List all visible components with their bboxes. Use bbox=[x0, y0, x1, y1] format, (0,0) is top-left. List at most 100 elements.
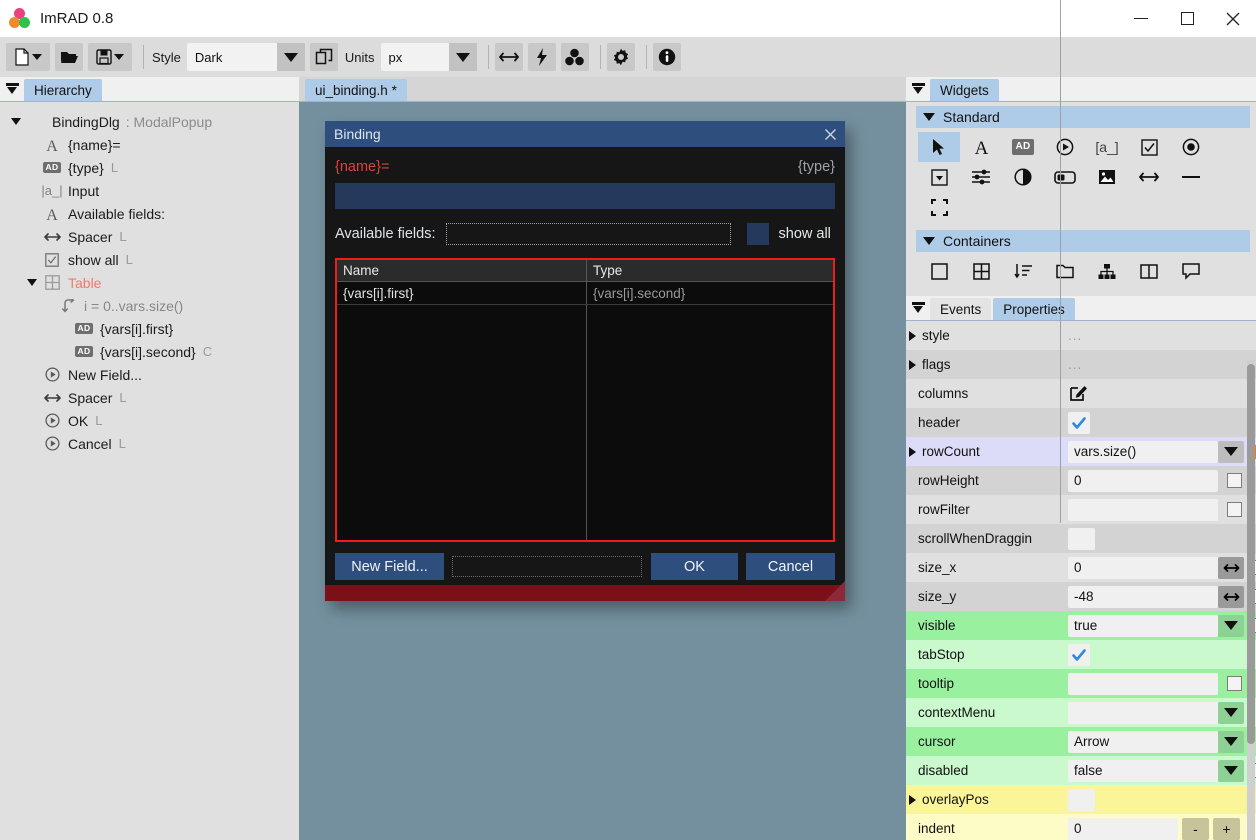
property-value-input[interactable]: 0 bbox=[1068, 469, 1218, 492]
hierarchy-item-spacer[interactable]: Spacer L bbox=[0, 225, 299, 248]
property-row-disabled[interactable]: disabled false bbox=[906, 756, 1256, 785]
property-binding-checkbox[interactable] bbox=[1227, 676, 1242, 691]
widget-progress-bar[interactable] bbox=[1044, 162, 1086, 192]
run-button[interactable] bbox=[527, 43, 556, 71]
property-value-input[interactable] bbox=[1068, 701, 1218, 724]
minimize-button[interactable] bbox=[1118, 0, 1164, 37]
property-row-cursor[interactable]: cursor Arrow bbox=[906, 727, 1256, 756]
chevron-down-icon[interactable] bbox=[1218, 730, 1244, 753]
property-row-flags[interactable]: flags... bbox=[906, 350, 1256, 379]
tab-ui-binding-h[interactable]: ui_binding.h * bbox=[305, 79, 407, 101]
widget-split-panel[interactable] bbox=[1128, 256, 1170, 286]
hierarchy-item-type[interactable]: AD {type} L bbox=[0, 156, 299, 179]
ok-button[interactable]: OK bbox=[651, 553, 738, 580]
info-button[interactable] bbox=[652, 43, 681, 71]
hierarchy-collapse-button[interactable] bbox=[0, 76, 24, 101]
widget-tree-node[interactable] bbox=[1086, 256, 1128, 286]
hierarchy-item-name[interactable]: A {name}= bbox=[0, 133, 299, 156]
hierarchy-item-spacer[interactable]: Spacer L bbox=[0, 386, 299, 409]
tree-expand-arrow[interactable] bbox=[24, 279, 40, 286]
widget-collapsing-header[interactable] bbox=[1044, 256, 1086, 286]
cubes-button[interactable] bbox=[560, 43, 589, 71]
maximize-button[interactable] bbox=[1164, 0, 1210, 37]
property-blank-field[interactable] bbox=[1068, 527, 1095, 550]
widget-input-ad[interactable]: AD bbox=[1002, 132, 1044, 162]
chevron-down-icon[interactable] bbox=[1218, 759, 1244, 782]
widget-spacer[interactable] bbox=[1128, 162, 1170, 192]
new-file-button[interactable] bbox=[6, 43, 50, 71]
resize-button[interactable] bbox=[494, 43, 523, 71]
chevron-down-icon[interactable] bbox=[1218, 701, 1244, 724]
property-row-tabStop[interactable]: tabStop bbox=[906, 640, 1256, 669]
widget-checkbox[interactable] bbox=[1128, 132, 1170, 162]
property-row-rowHeight[interactable]: rowHeight 0 bbox=[906, 466, 1256, 495]
binding-expression-input[interactable] bbox=[335, 183, 835, 209]
units-combo[interactable]: px bbox=[380, 43, 477, 71]
new-field-input[interactable] bbox=[452, 556, 642, 577]
tab-hierarchy[interactable]: Hierarchy bbox=[24, 79, 102, 101]
chevron-right-icon[interactable] bbox=[909, 359, 916, 370]
hierarchy-item-i-0-vars-size[interactable]: i = 0..vars.size() bbox=[0, 294, 299, 317]
widget-popup[interactable] bbox=[1170, 256, 1212, 286]
table-row[interactable]: {vars[i].first} {vars[i].second} bbox=[337, 282, 833, 305]
widgets-collapse-button[interactable] bbox=[906, 76, 930, 101]
properties-collapse-button[interactable] bbox=[906, 295, 930, 320]
chevron-right-icon[interactable] bbox=[909, 446, 916, 457]
property-row-visible[interactable]: visible true bbox=[906, 611, 1256, 640]
properties-scrollbar-thumb[interactable] bbox=[1247, 364, 1255, 744]
hierarchy-item-show-all[interactable]: show all L bbox=[0, 248, 299, 271]
chevron-down-icon[interactable] bbox=[1218, 614, 1244, 637]
property-blank-field[interactable] bbox=[1068, 788, 1095, 811]
property-row-tooltip[interactable]: tooltip bbox=[906, 669, 1256, 698]
widget-color-edit[interactable] bbox=[1002, 162, 1044, 192]
chevron-down-icon[interactable] bbox=[1218, 440, 1244, 463]
chevron-right-icon[interactable] bbox=[909, 794, 916, 805]
property-row-rowCount[interactable]: rowCount vars.size() bbox=[906, 437, 1256, 466]
widget-button[interactable] bbox=[1044, 132, 1086, 162]
widget-combo-box[interactable] bbox=[918, 162, 960, 192]
hierarchy-item-input[interactable]: |a_| Input bbox=[0, 179, 299, 202]
property-row-rowFilter[interactable]: rowFilter bbox=[906, 495, 1256, 524]
property-value-input[interactable]: vars.size() bbox=[1068, 440, 1218, 463]
tab-events[interactable]: Events bbox=[930, 298, 992, 320]
available-fields-input[interactable] bbox=[445, 223, 731, 245]
tab-properties[interactable]: Properties bbox=[993, 298, 1075, 320]
property-row-scrollWhenDraggin[interactable]: scrollWhenDraggin bbox=[906, 524, 1256, 553]
cancel-button[interactable]: Cancel bbox=[746, 553, 835, 580]
hierarchy-item-cancel[interactable]: Cancel L bbox=[0, 432, 299, 455]
property-binding-checkbox[interactable] bbox=[1227, 473, 1242, 488]
hierarchy-item-vars-i-second[interactable]: AD {vars[i].second} C bbox=[0, 340, 299, 363]
hierarchy-item-table[interactable]: Table bbox=[0, 271, 299, 294]
property-row-header[interactable]: header bbox=[906, 408, 1256, 437]
widget-text[interactable]: A bbox=[960, 132, 1002, 162]
property-row-overlayPos[interactable]: overlayPos bbox=[906, 785, 1256, 814]
dialog-resize-grip[interactable] bbox=[825, 581, 845, 601]
property-checkbox[interactable] bbox=[1068, 643, 1090, 666]
widgets-section-standard-header[interactable]: Standard bbox=[916, 106, 1250, 128]
widget-custom[interactable] bbox=[918, 192, 960, 222]
widget-table[interactable] bbox=[960, 256, 1002, 286]
property-value-input[interactable]: Arrow bbox=[1068, 730, 1218, 753]
property-row-size_x[interactable]: size_x 0 bbox=[906, 553, 1256, 582]
resize-arrows-icon[interactable] bbox=[1218, 585, 1244, 608]
hierarchy-item-new-field[interactable]: New Field... bbox=[0, 363, 299, 386]
binding-dialog-close-button[interactable] bbox=[821, 125, 839, 143]
properties-scrollbar[interactable] bbox=[1247, 360, 1255, 840]
property-value-input[interactable]: false bbox=[1068, 759, 1218, 782]
show-all-checkbox[interactable] bbox=[746, 223, 769, 245]
close-button[interactable] bbox=[1210, 0, 1256, 37]
widget-input-text[interactable]: [a_] bbox=[1086, 132, 1128, 162]
property-value-input[interactable]: -48 bbox=[1068, 585, 1218, 608]
property-row-size_y[interactable]: size_y -48 bbox=[906, 582, 1256, 611]
widget-cursor-arrow[interactable] bbox=[918, 132, 960, 162]
property-row-columns[interactable]: columns bbox=[906, 379, 1256, 408]
hierarchy-item-bindingdlg[interactable]: BindingDlg: ModalPopup bbox=[0, 110, 299, 133]
widgets-section-containers-header[interactable]: Containers bbox=[916, 230, 1250, 252]
property-value-input[interactable]: 0 bbox=[1068, 556, 1218, 579]
widget-image[interactable] bbox=[1086, 162, 1128, 192]
tree-expand-arrow[interactable] bbox=[8, 118, 24, 125]
property-value-input[interactable] bbox=[1068, 672, 1218, 695]
property-checkbox[interactable] bbox=[1068, 411, 1090, 434]
widget-separator[interactable] bbox=[1170, 162, 1212, 192]
units-toggle-button[interactable] bbox=[309, 43, 338, 71]
